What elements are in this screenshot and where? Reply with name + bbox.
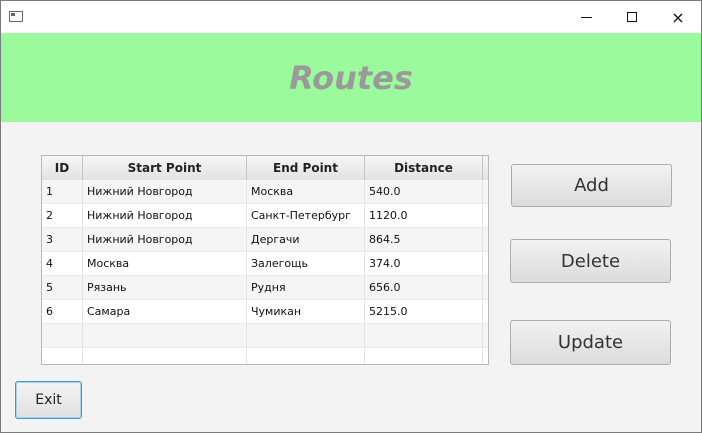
title-bar[interactable]: × [1,1,701,33]
column-header-filler [483,156,488,180]
header-banner: Routes [1,33,701,122]
empty-cell [83,324,247,347]
routes-table[interactable]: ID Start Point End Point Distance 1 Нижн… [41,155,489,365]
close-button[interactable]: × [655,1,701,33]
cell-distance: 656.0 [365,276,483,299]
column-header-end-point[interactable]: End Point [247,156,365,180]
cell-distance: 1120.0 [365,204,483,227]
cell-start-point: Нижний Новгород [83,228,247,251]
cell-start-point: Москва [83,252,247,275]
cell-id: 3 [42,228,83,251]
close-icon: × [671,7,685,27]
cell-start-point: Рязань [83,276,247,299]
empty-cell [42,348,83,364]
column-header-id[interactable]: ID [42,156,83,180]
exit-button[interactable]: Exit [15,381,82,419]
update-button[interactable]: Update [510,320,671,365]
app-window-icon [9,11,23,22]
column-header-start-point[interactable]: Start Point [83,156,247,180]
minimize-button[interactable] [563,1,609,33]
delete-button[interactable]: Delete [510,239,671,283]
cell-start-point: Самара [83,300,247,323]
column-header-distance[interactable]: Distance [365,156,483,180]
cell-end-point: Чумикан [247,300,365,323]
cell-distance: 540.0 [365,180,483,203]
cell-id: 4 [42,252,83,275]
empty-cell [83,348,247,364]
empty-cell [42,324,83,347]
empty-cell [365,348,483,364]
maximize-icon [627,12,637,22]
cell-id: 5 [42,276,83,299]
table-row[interactable]: 4 Москва Залегощь 374.0 [42,252,488,276]
cell-end-point: Рудня [247,276,365,299]
cell-end-point: Залегощь [247,252,365,275]
page-title: Routes [289,58,413,97]
table-row[interactable]: 5 Рязань Рудня 656.0 [42,276,488,300]
empty-table-row [42,324,488,348]
maximize-button[interactable] [609,1,655,33]
table-row[interactable]: 6 Самара Чумикан 5215.0 [42,300,488,324]
empty-cell [247,324,365,347]
cell-end-point: Москва [247,180,365,203]
cell-distance: 864.5 [365,228,483,251]
cell-end-point: Санкт-Петербург [247,204,365,227]
empty-table-row [42,348,488,364]
table-row[interactable]: 1 Нижний Новгород Москва 540.0 [42,180,488,204]
cell-distance: 374.0 [365,252,483,275]
table-row[interactable]: 2 Нижний Новгород Санкт-Петербург 1120.0 [42,204,488,228]
cell-end-point: Дергачи [247,228,365,251]
cell-distance: 5215.0 [365,300,483,323]
table-row[interactable]: 3 Нижний Новгород Дергачи 864.5 [42,228,488,252]
cell-start-point: Нижний Новгород [83,204,247,227]
app-window: × Routes ID Start Point End Point Distan… [0,0,702,433]
add-button[interactable]: Add [511,164,672,207]
empty-cell [247,348,365,364]
empty-cell [365,324,483,347]
cell-id: 2 [42,204,83,227]
minimize-icon [580,16,592,18]
cell-start-point: Нижний Новгород [83,180,247,203]
cell-id: 6 [42,300,83,323]
table-header: ID Start Point End Point Distance [42,156,488,181]
cell-id: 1 [42,180,83,203]
